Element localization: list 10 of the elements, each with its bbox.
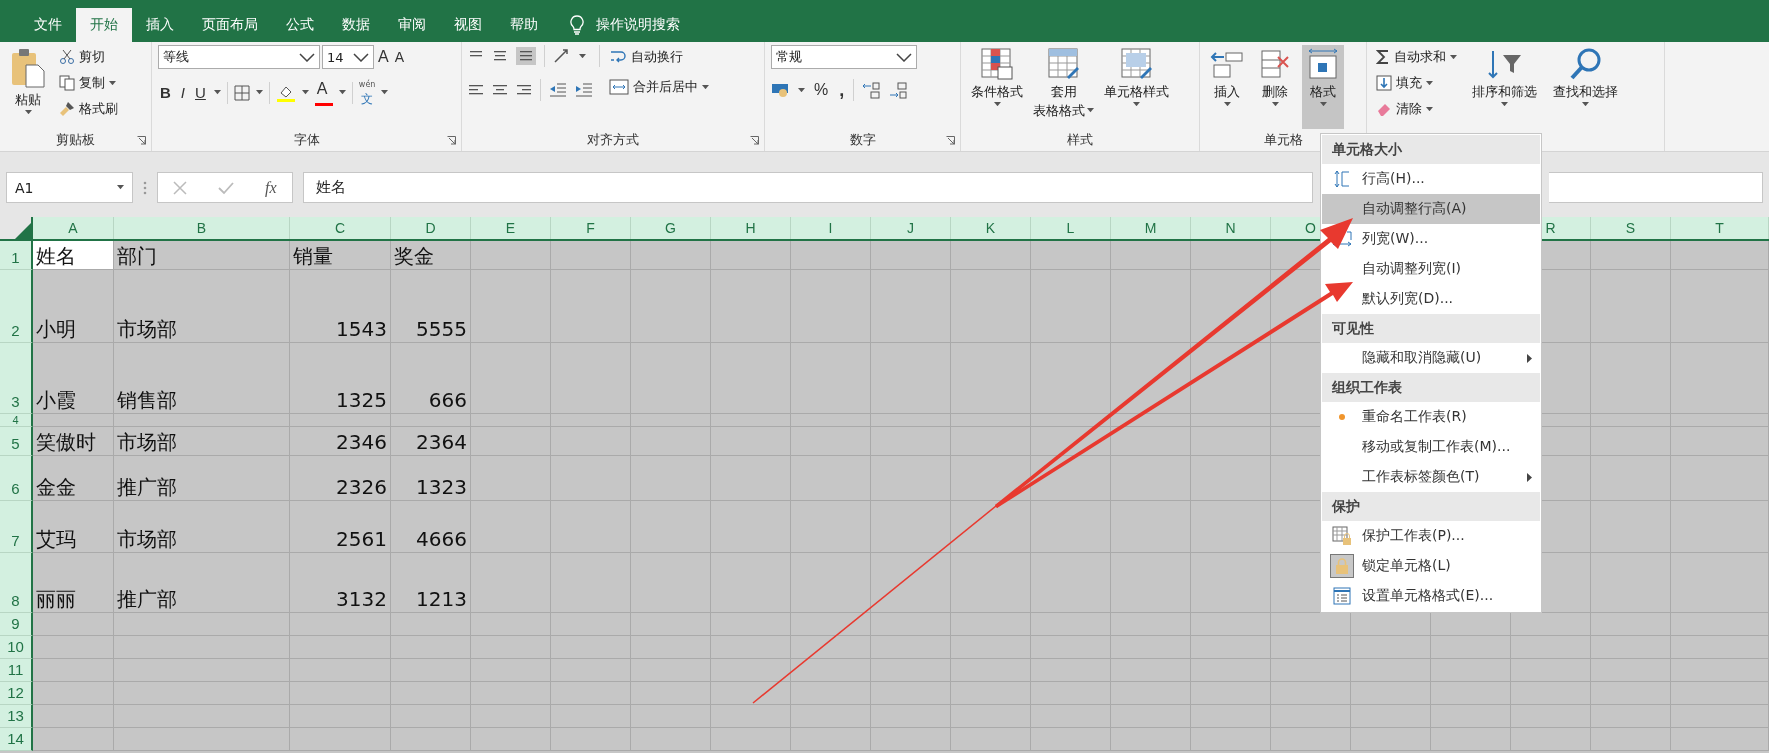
menu-section-header: 保护 [1322,492,1540,521]
menu-section-header: 组织工作表 [1322,373,1540,402]
group-label: 剪贴板 [56,131,95,149]
menu-section-header: 可见性 [1322,314,1540,343]
group-label: 数字 [849,131,876,149]
menu-section-header: 单元格大小 [1322,135,1540,164]
group-label: 样式 [1067,131,1093,149]
group-label: 对齐方式 [587,131,639,149]
group-label: 单元格 [1263,131,1303,149]
group-label: 字体 [293,131,320,149]
